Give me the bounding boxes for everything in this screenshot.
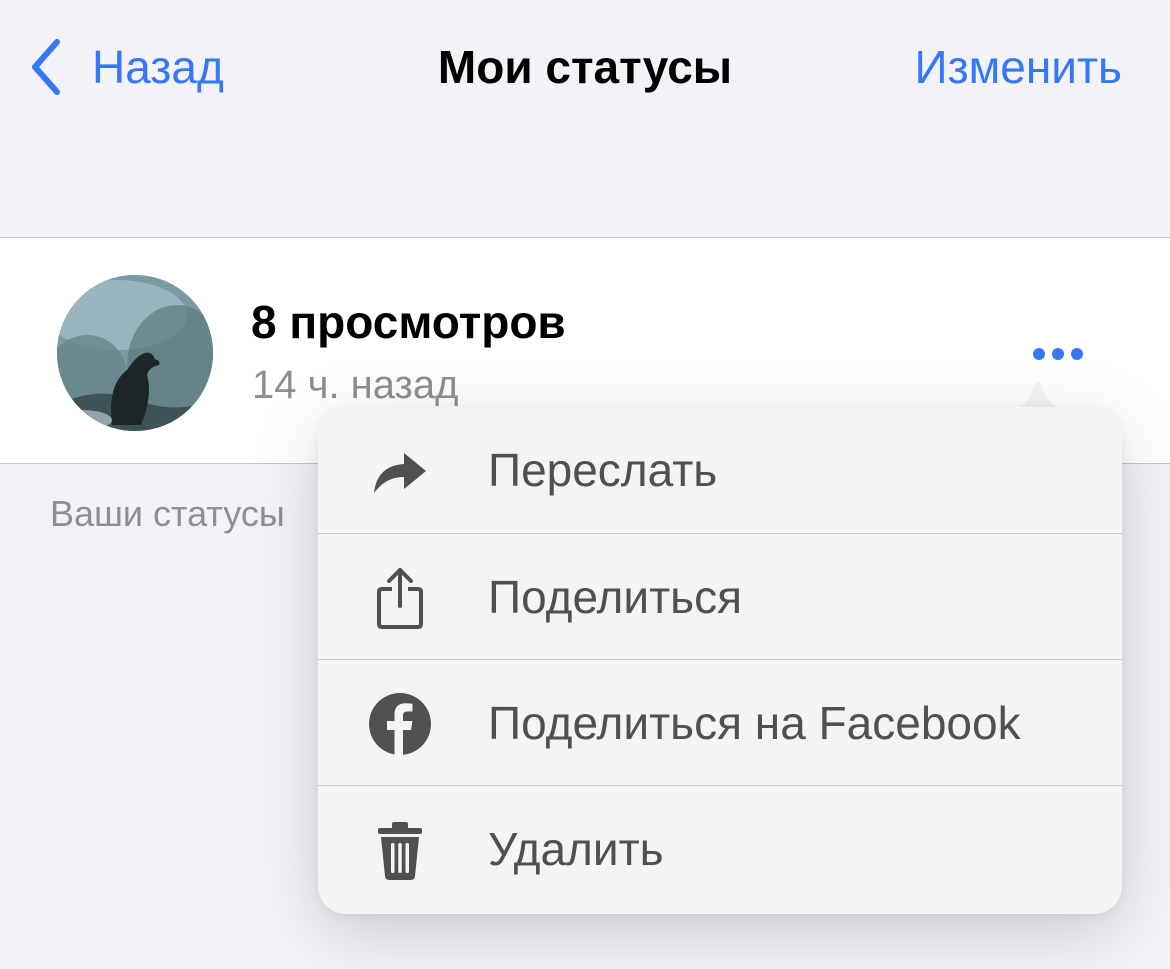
- menu-item-label: Переслать: [488, 444, 718, 496]
- forward-arrow-icon: [368, 439, 432, 503]
- share-icon: [368, 566, 432, 630]
- status-views: 8 просмотров: [251, 296, 566, 348]
- facebook-icon: [368, 692, 432, 756]
- status-thumbnail[interactable]: [57, 275, 213, 431]
- menu-pointer-arrow: [1008, 382, 1068, 410]
- menu-item-label: Поделиться на Facebook: [488, 697, 1021, 749]
- trash-icon: [368, 818, 432, 882]
- more-options-icon[interactable]: [1022, 334, 1094, 374]
- edit-button[interactable]: Изменить: [915, 34, 1123, 100]
- menu-item-share-facebook[interactable]: Поделиться на Facebook: [318, 659, 1122, 785]
- menu-item-share[interactable]: Поделиться: [318, 533, 1122, 659]
- context-menu: Переслать Поделиться Поделиться на Faceb…: [318, 407, 1122, 914]
- menu-item-label: Удалить: [488, 823, 664, 875]
- menu-item-delete[interactable]: Удалить: [318, 785, 1122, 911]
- menu-item-forward[interactable]: Переслать: [318, 407, 1122, 533]
- status-footer-caption: Ваши статусы: [50, 493, 285, 534]
- menu-item-label: Поделиться: [488, 571, 743, 623]
- status-time: 14 ч. назад: [252, 363, 459, 407]
- navigation-bar: Назад Мои статусы Изменить: [0, 0, 1170, 135]
